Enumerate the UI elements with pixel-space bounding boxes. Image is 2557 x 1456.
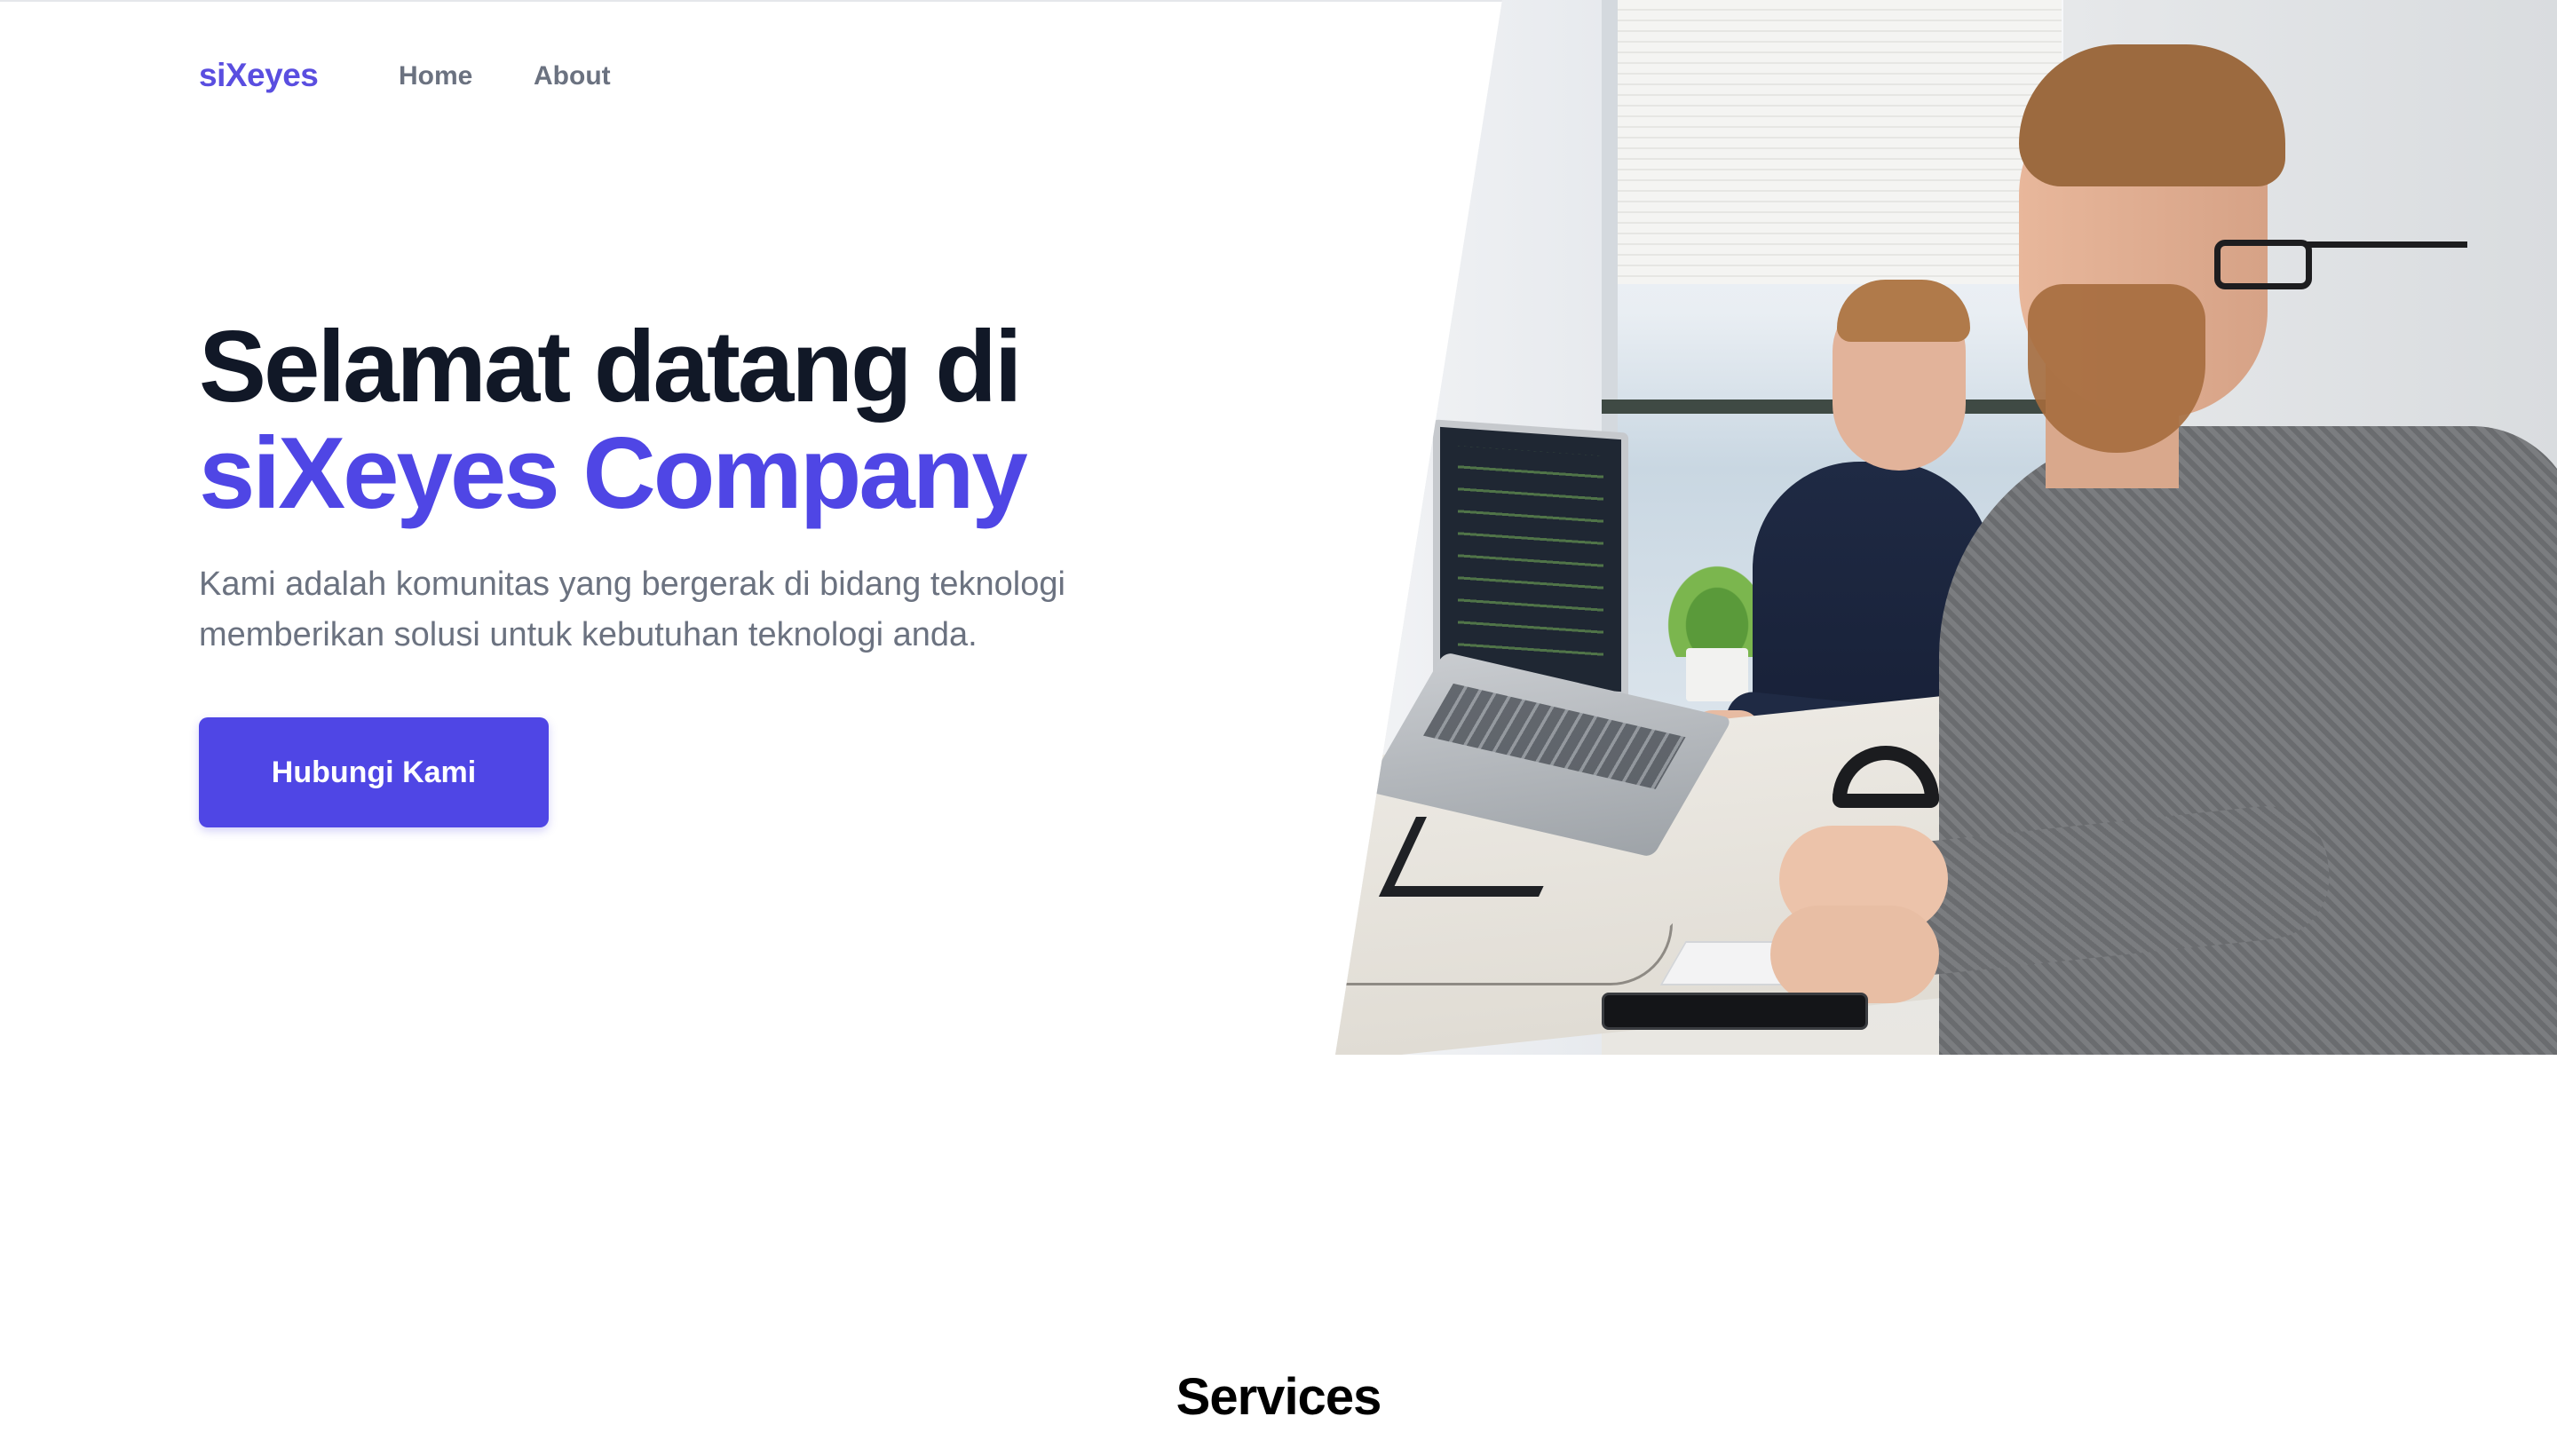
hero-title-line1: Selamat datang di <box>199 311 1023 423</box>
nav-link-home[interactable]: Home <box>399 61 472 91</box>
services-heading: Services <box>1176 1368 1382 1426</box>
brand-logo[interactable]: siXeyes <box>199 57 319 94</box>
hero-title: Selamat datang di siXeyes Company <box>199 314 1353 527</box>
contact-us-button[interactable]: Hubungi Kami <box>199 717 549 827</box>
hero-title-company: siXeyes Company <box>199 417 1028 530</box>
nav-link-about[interactable]: About <box>534 61 611 91</box>
hero-subtitle: Kami adalah komunitas yang bergerak di b… <box>199 566 1065 653</box>
hero-office-photo <box>1335 0 2557 1055</box>
